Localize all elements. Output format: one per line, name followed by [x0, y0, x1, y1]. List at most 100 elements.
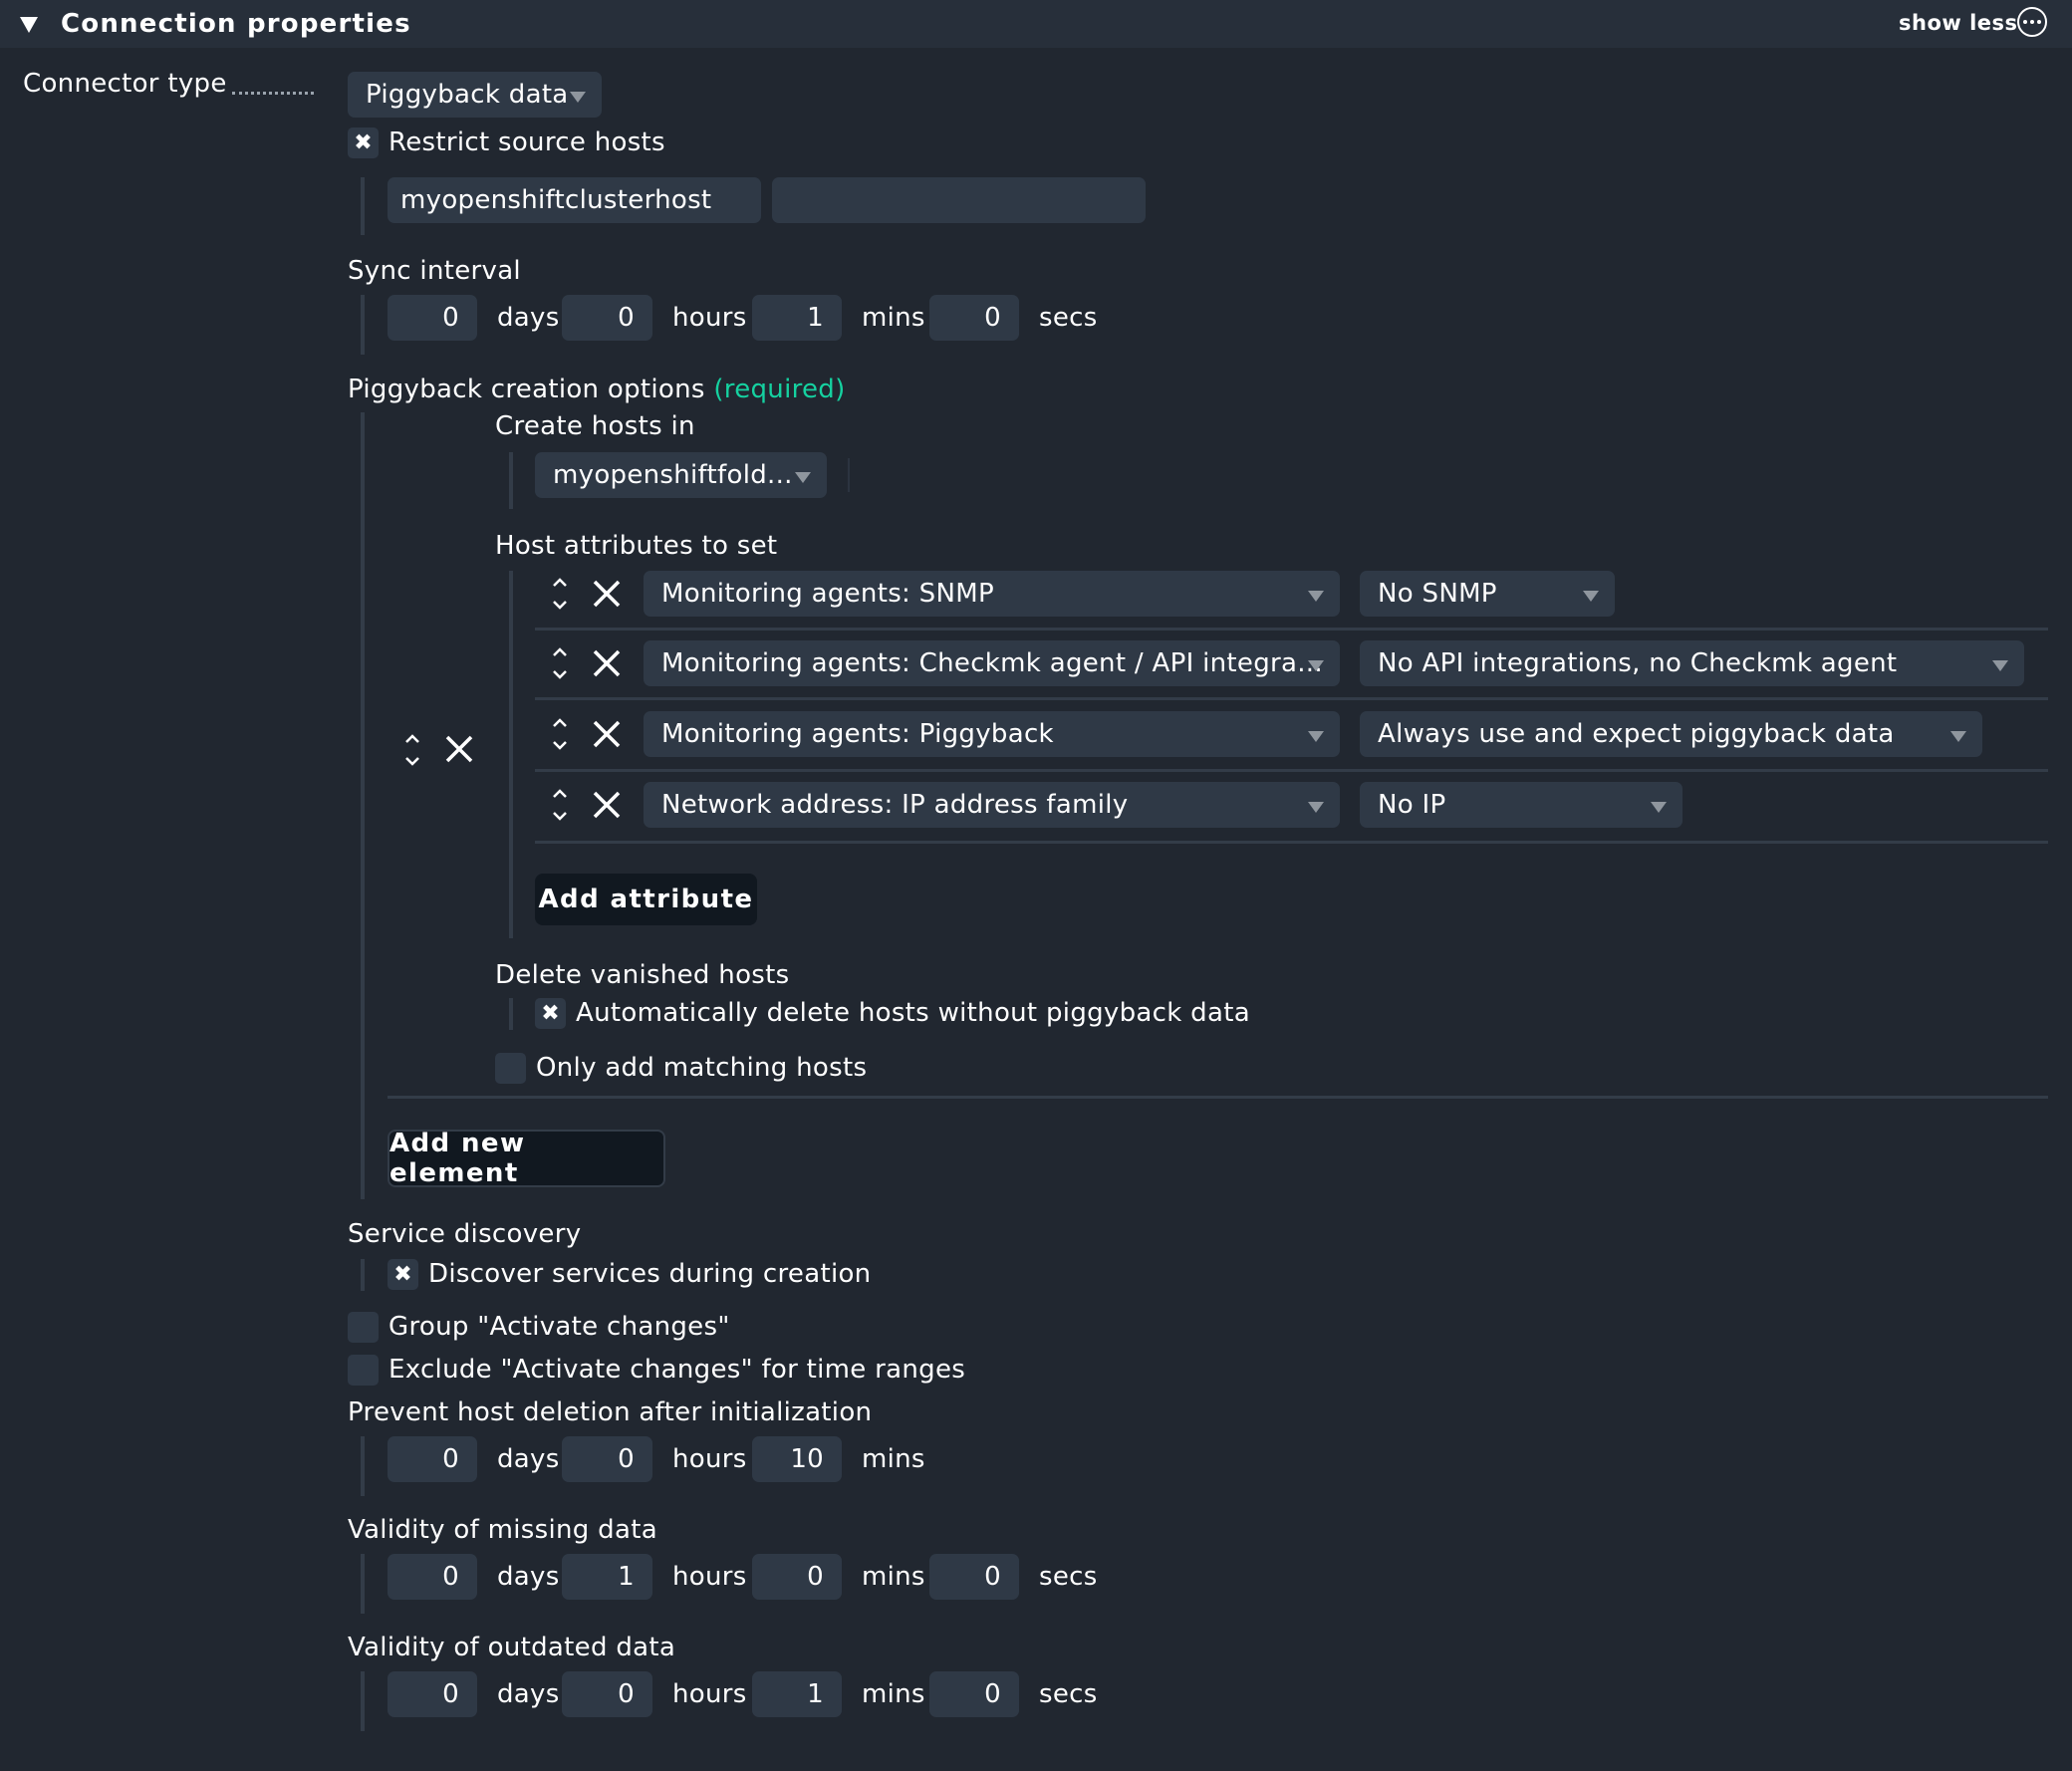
sync-secs-input[interactable]: 0: [929, 295, 1019, 341]
only-add-matching-label: Only add matching hosts: [536, 1053, 868, 1083]
missing-days-input[interactable]: 0: [388, 1554, 477, 1600]
missing-hours-input[interactable]: 1: [562, 1554, 652, 1600]
prevent-hours-input[interactable]: 0: [562, 1436, 652, 1482]
create-hosts-in-label: Create hosts in: [495, 411, 695, 441]
attribute-dropdown[interactable]: Network address: IP address family: [644, 782, 1340, 828]
unit-days: days: [497, 303, 560, 333]
unit-mins: mins: [862, 1679, 925, 1709]
exclude-activate-checkbox[interactable]: [348, 1355, 379, 1386]
sort-arrows-icon[interactable]: [402, 729, 422, 771]
prevent-deletion-label: Prevent host deletion after initializati…: [348, 1397, 873, 1427]
attribute-value-dropdown[interactable]: No SNMP: [1360, 571, 1615, 617]
missing-secs-input[interactable]: 0: [929, 1554, 1019, 1600]
attribute-value-dropdown[interactable]: Always use and expect piggyback data: [1360, 711, 1982, 757]
unit-mins: mins: [862, 303, 925, 333]
remove-element-icon[interactable]: [444, 734, 474, 764]
outdated-hours-input[interactable]: 0: [562, 1671, 652, 1717]
unit-hours: hours: [672, 1679, 747, 1709]
unit-mins: mins: [862, 1444, 925, 1474]
chevron-down-icon: [1308, 660, 1324, 671]
create-hosts-in-dropdown[interactable]: myopenshiftfold...: [535, 452, 827, 498]
attribute-value-dropdown[interactable]: No IP: [1360, 782, 1683, 828]
indent-guide: [361, 177, 365, 235]
add-new-element-button[interactable]: Add new element: [388, 1129, 665, 1188]
prevent-days-input[interactable]: 0: [388, 1436, 477, 1482]
attribute-dropdown[interactable]: Monitoring agents: Piggyback: [644, 711, 1340, 757]
prevent-mins-input[interactable]: 10: [752, 1436, 842, 1482]
attribute-value: No API integrations, no Checkmk agent: [1378, 648, 1898, 678]
chevron-down-icon: [570, 92, 586, 103]
auto-delete-label: Automatically delete hosts without piggy…: [576, 998, 1250, 1028]
sync-mins-input[interactable]: 1: [752, 295, 842, 341]
outdated-secs-input[interactable]: 0: [929, 1671, 1019, 1717]
attribute-dropdown[interactable]: Monitoring agents: Checkmk agent / API i…: [644, 640, 1340, 686]
host-attributes-label: Host attributes to set: [495, 531, 778, 561]
source-host-value: myopenshiftclusterhost: [400, 185, 712, 215]
attribute-value-dropdown[interactable]: No API integrations, no Checkmk agent: [1360, 640, 2024, 686]
show-less-link[interactable]: show less: [1899, 8, 2018, 38]
group-activate-label: Group "Activate changes": [388, 1312, 730, 1342]
attribute-name: Monitoring agents: SNMP: [661, 579, 994, 609]
restrict-source-hosts-checkbox[interactable]: ✖: [348, 127, 379, 158]
outdated-mins-input[interactable]: 1: [752, 1671, 842, 1717]
delete-vanished-label: Delete vanished hosts: [495, 960, 790, 990]
only-add-matching-checkbox[interactable]: [495, 1053, 526, 1084]
sort-arrows-icon[interactable]: [550, 784, 570, 826]
add-new-element-label: Add new element: [389, 1129, 526, 1188]
sort-arrows-icon[interactable]: [550, 713, 570, 755]
indent-guide: [361, 1259, 365, 1291]
piggyback-creation-text: Piggyback creation options: [348, 375, 705, 404]
ellipsis-circle-icon[interactable]: [2017, 7, 2047, 37]
remove-attribute-icon[interactable]: [592, 790, 622, 820]
connector-type-label: Connector type: [23, 69, 227, 99]
discover-services-checkbox[interactable]: ✖: [388, 1259, 418, 1290]
chevron-down-icon: [1950, 731, 1966, 742]
separator: [848, 458, 850, 492]
section-header[interactable]: Connection properties show less: [0, 0, 2072, 48]
indent-guide: [361, 412, 365, 1199]
remove-attribute-icon[interactable]: [592, 648, 622, 678]
sort-arrows-icon[interactable]: [550, 642, 570, 684]
row-separator: [535, 697, 2048, 700]
connector-type-dropdown[interactable]: Piggyback data: [348, 72, 602, 118]
separator: [388, 1096, 2048, 1099]
remove-attribute-icon[interactable]: [592, 579, 622, 609]
add-attribute-label: Add attribute: [538, 885, 754, 914]
unit-days: days: [497, 1679, 560, 1709]
sync-days-input[interactable]: 0: [388, 295, 477, 341]
unit-days: days: [497, 1562, 560, 1592]
chevron-down-icon: [795, 472, 811, 483]
unit-hours: hours: [672, 1444, 747, 1474]
unit-hours: hours: [672, 303, 747, 333]
attribute-name: Monitoring agents: Piggyback: [661, 719, 1054, 749]
piggyback-creation-label: Piggyback creation options (required): [348, 373, 846, 406]
sort-arrows-icon[interactable]: [550, 573, 570, 615]
validity-missing-label: Validity of missing data: [348, 1515, 657, 1545]
row-separator: [535, 841, 2048, 844]
exclude-activate-label: Exclude "Activate changes" for time rang…: [388, 1355, 966, 1385]
group-activate-checkbox[interactable]: [348, 1312, 379, 1343]
missing-mins-input[interactable]: 0: [752, 1554, 842, 1600]
collapse-triangle-icon[interactable]: [20, 17, 38, 33]
sync-hours-input[interactable]: 0: [562, 295, 652, 341]
add-attribute-button[interactable]: Add attribute: [535, 874, 757, 925]
unit-secs: secs: [1039, 1562, 1098, 1592]
indent-guide: [509, 571, 513, 938]
source-host-input-2[interactable]: [772, 177, 1146, 223]
source-host-input-1[interactable]: myopenshiftclusterhost: [388, 177, 761, 223]
indent-guide: [361, 295, 365, 355]
indent-guide: [509, 998, 513, 1030]
attribute-value: Always use and expect piggyback data: [1378, 719, 1895, 749]
restrict-source-hosts-label: Restrict source hosts: [388, 127, 665, 157]
unit-days: days: [497, 1444, 560, 1474]
auto-delete-checkbox[interactable]: ✖: [535, 998, 566, 1029]
attribute-dropdown[interactable]: Monitoring agents: SNMP: [644, 571, 1340, 617]
unit-secs: secs: [1039, 1679, 1098, 1709]
outdated-days-input[interactable]: 0: [388, 1671, 477, 1717]
unit-mins: mins: [862, 1562, 925, 1592]
remove-attribute-icon[interactable]: [592, 719, 622, 749]
indent-guide: [361, 1671, 365, 1731]
attribute-value: No SNMP: [1378, 579, 1497, 609]
unit-secs: secs: [1039, 303, 1098, 333]
label-dots: [232, 92, 314, 95]
